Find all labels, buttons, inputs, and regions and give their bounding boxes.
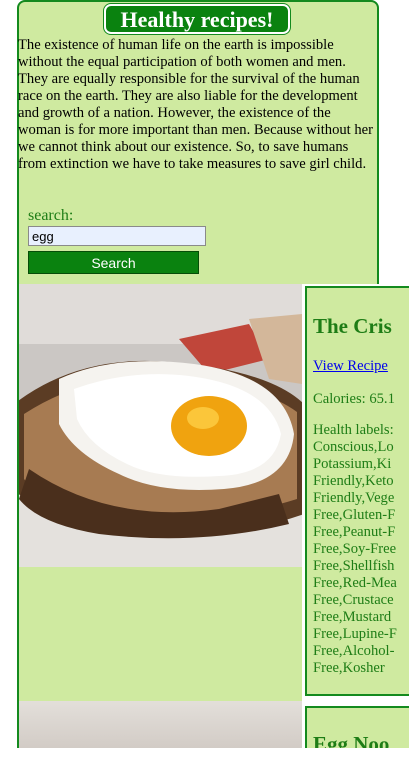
recipe-calories: Calories: 65.1 [313, 391, 395, 407]
view-recipe-link[interactable]: View Recipe [313, 358, 388, 375]
recipe-image-fried-egg-toast [19, 284, 302, 567]
page-bottom-edge [0, 748, 409, 757]
health-labels-heading: Health labels: [313, 422, 394, 438]
health-labels-list: Conscious,Lo Potassium,Ki Friendly,Keto … [313, 439, 397, 676]
page-title: Healthy recipes! [104, 4, 290, 34]
intro-paragraph: The existence of human life on the earth… [18, 37, 374, 172]
recipe-card: The Cris View Recipe Calories: 65.1 Heal… [305, 286, 409, 696]
search-button[interactable]: Search [28, 251, 199, 274]
fried-egg-photo-icon [19, 284, 302, 567]
recipe-title: The Cris [313, 314, 392, 338]
search-label: search: [28, 207, 74, 224]
search-input[interactable] [28, 226, 206, 246]
